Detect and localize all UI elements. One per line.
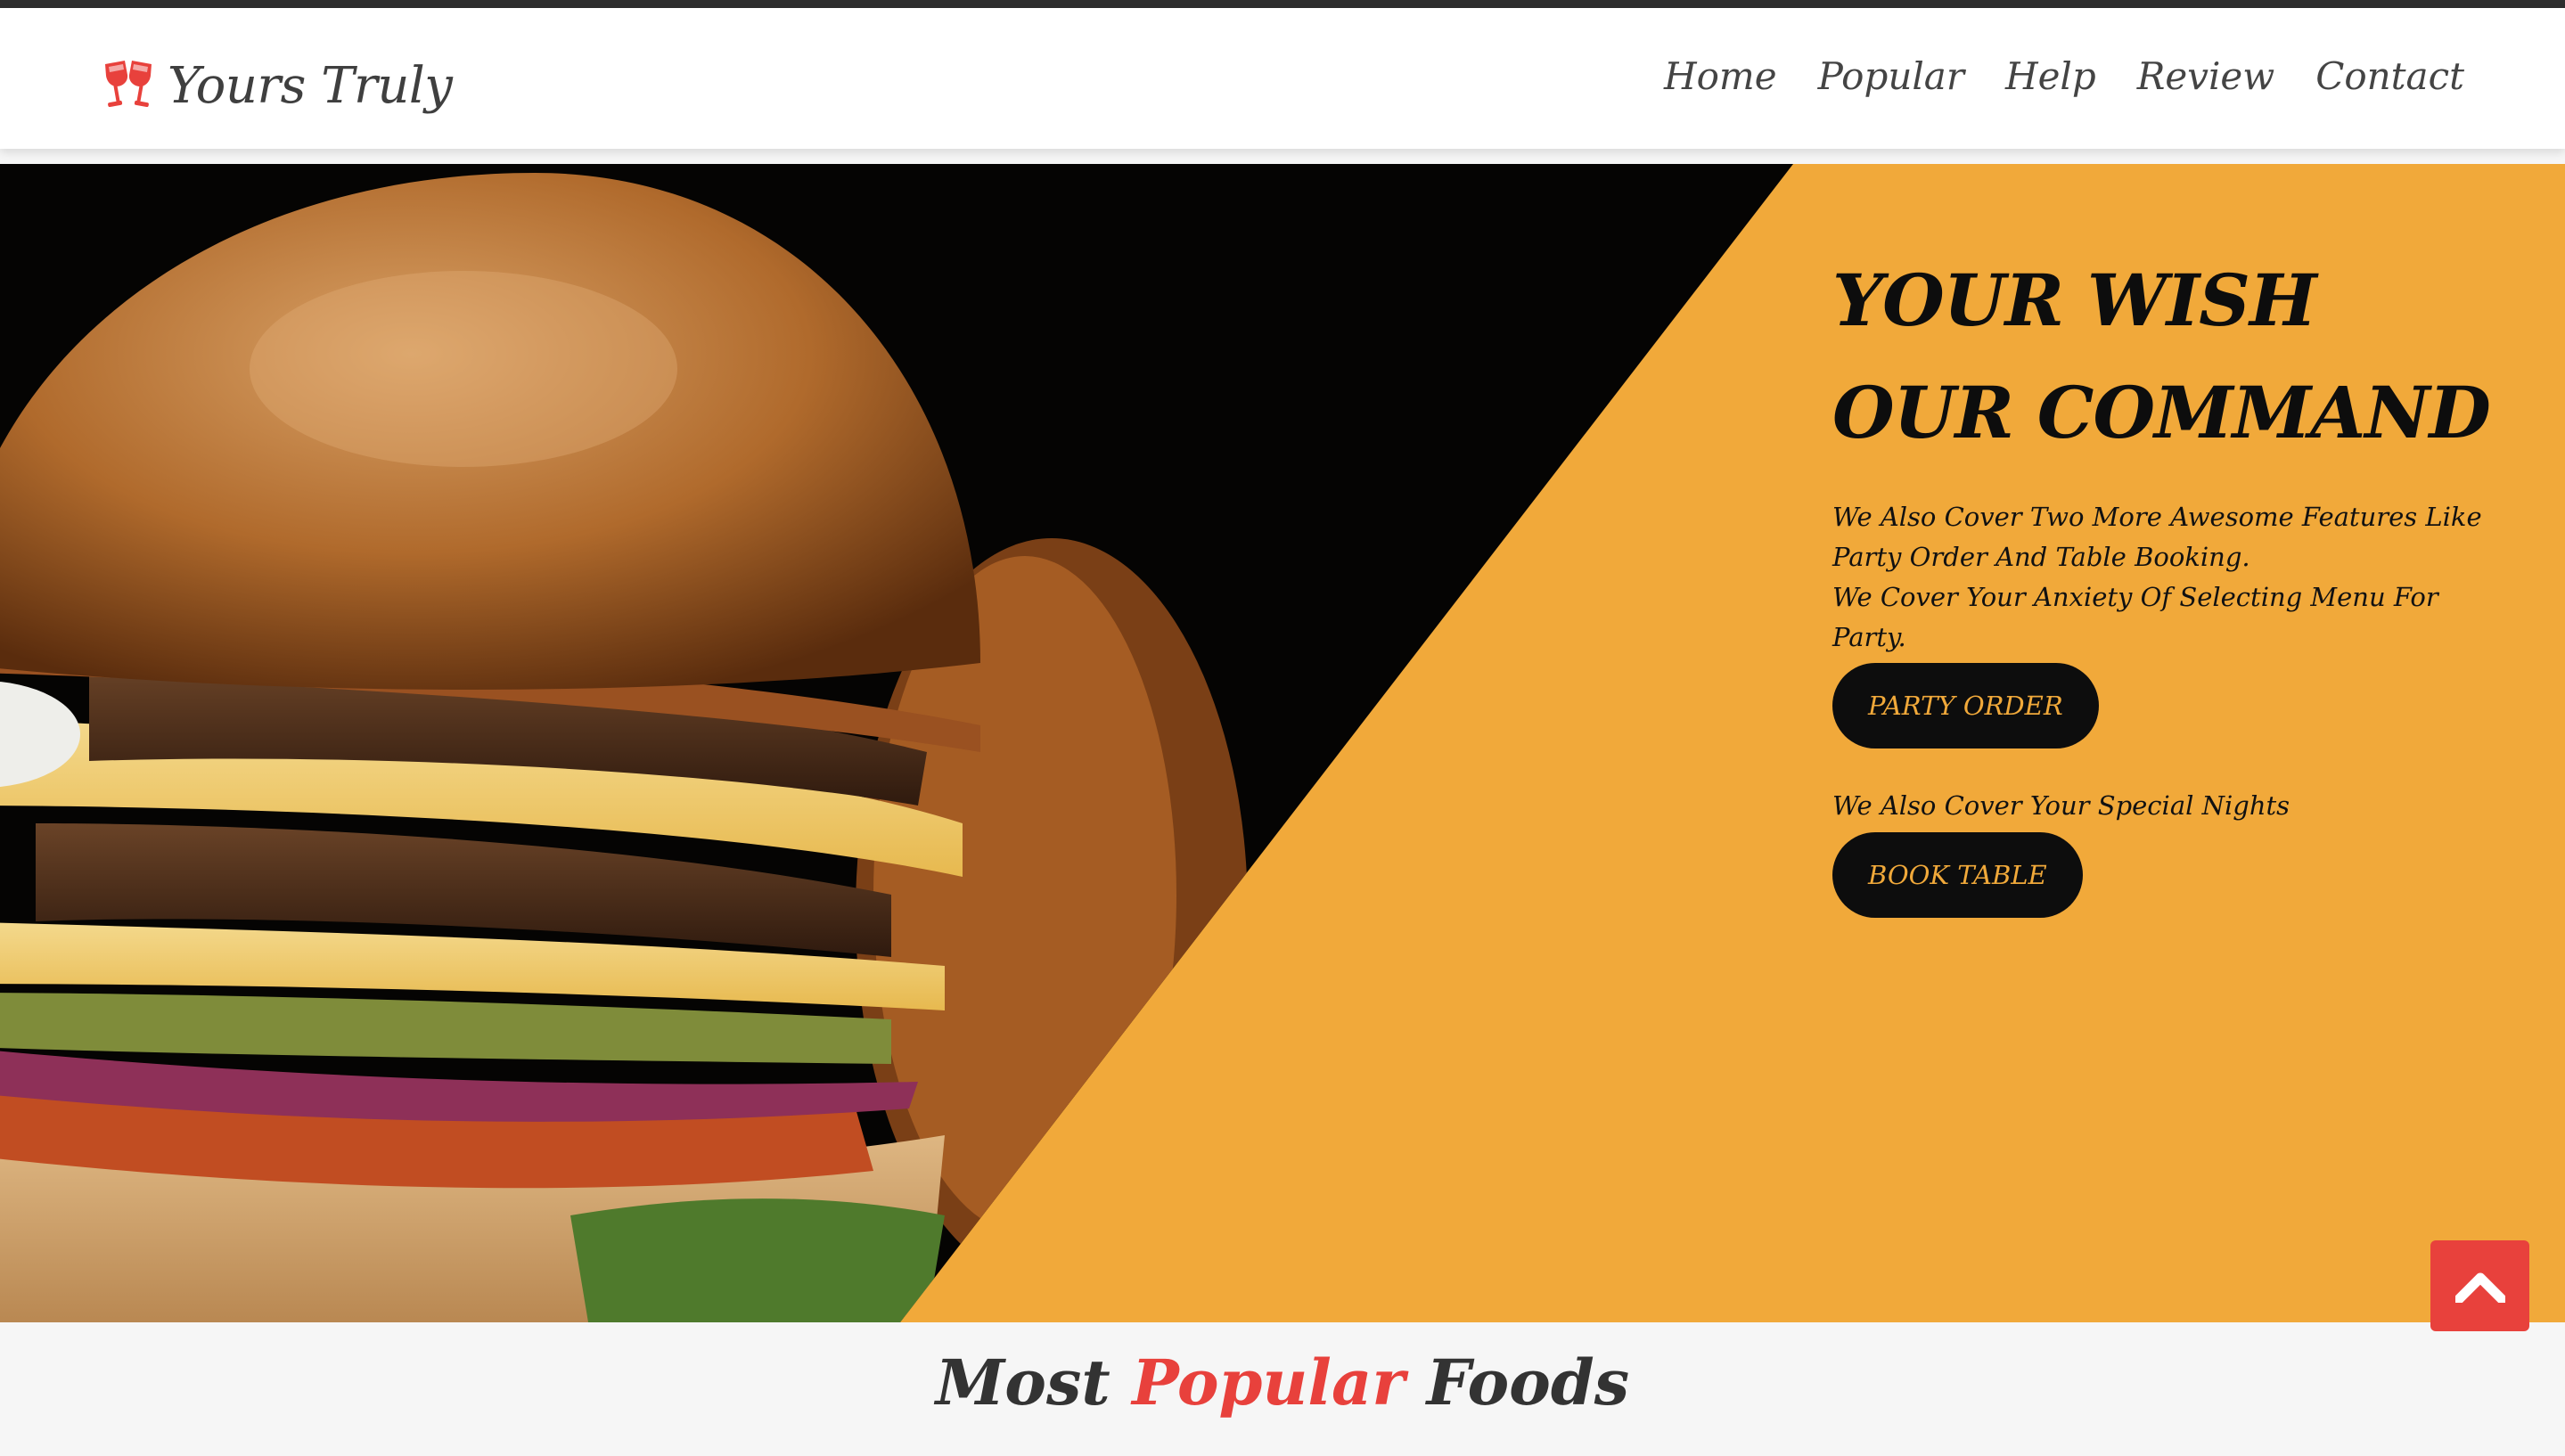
top-border — [0, 0, 2565, 8]
hero-desc-line1: We Also Cover Two More Awesome Features … — [1832, 502, 2482, 572]
hero-content: YOUR WISH OUR COMMAND We Also Cover Two … — [1832, 244, 2510, 918]
nav-home[interactable]: Home — [1664, 54, 1777, 98]
nav-help[interactable]: Help — [2005, 54, 2096, 98]
scroll-to-top-button[interactable] — [2430, 1240, 2529, 1331]
section-title: Most Popular Foods — [0, 1346, 2565, 1419]
book-table-button[interactable]: BOOK TABLE — [1832, 832, 2083, 918]
hero-note: We Also Cover Your Special Nights — [1832, 790, 2290, 821]
two-glasses-icon — [105, 61, 152, 108]
hero-description: We Also Cover Two More Awesome Features … — [1832, 497, 2510, 658]
hero-title: YOUR WISH OUR COMMAND — [1832, 244, 2510, 469]
party-order-button[interactable]: PARTY ORDER — [1832, 663, 2099, 748]
section-title-part1: Most — [935, 1346, 1110, 1419]
section-title-accent: Popular — [1132, 1346, 1405, 1419]
hero-section: YOUR WISH OUR COMMAND We Also Cover Two … — [0, 164, 2565, 1322]
hero-title-line1: YOUR WISH — [1832, 258, 2317, 342]
brand-logo[interactable]: Yours Truly — [100, 47, 453, 124]
nav-popular[interactable]: Popular — [1818, 54, 1964, 98]
nav-contact[interactable]: Contact — [2315, 54, 2464, 98]
hero-desc-line2: We Cover Your Anxiety Of Selecting Menu … — [1832, 582, 2438, 652]
hero-title-line2: OUR COMMAND — [1832, 371, 2491, 454]
main-nav: Home Popular Help Review Contact — [1664, 54, 2464, 98]
section-title-part2: Foods — [1426, 1346, 1630, 1419]
nav-review[interactable]: Review — [2137, 54, 2274, 98]
chevron-up-icon — [2454, 1272, 2505, 1303]
brand-name: Yours Truly — [168, 56, 453, 115]
navbar: Yours Truly Home Popular Help Review Con… — [0, 8, 2565, 149]
